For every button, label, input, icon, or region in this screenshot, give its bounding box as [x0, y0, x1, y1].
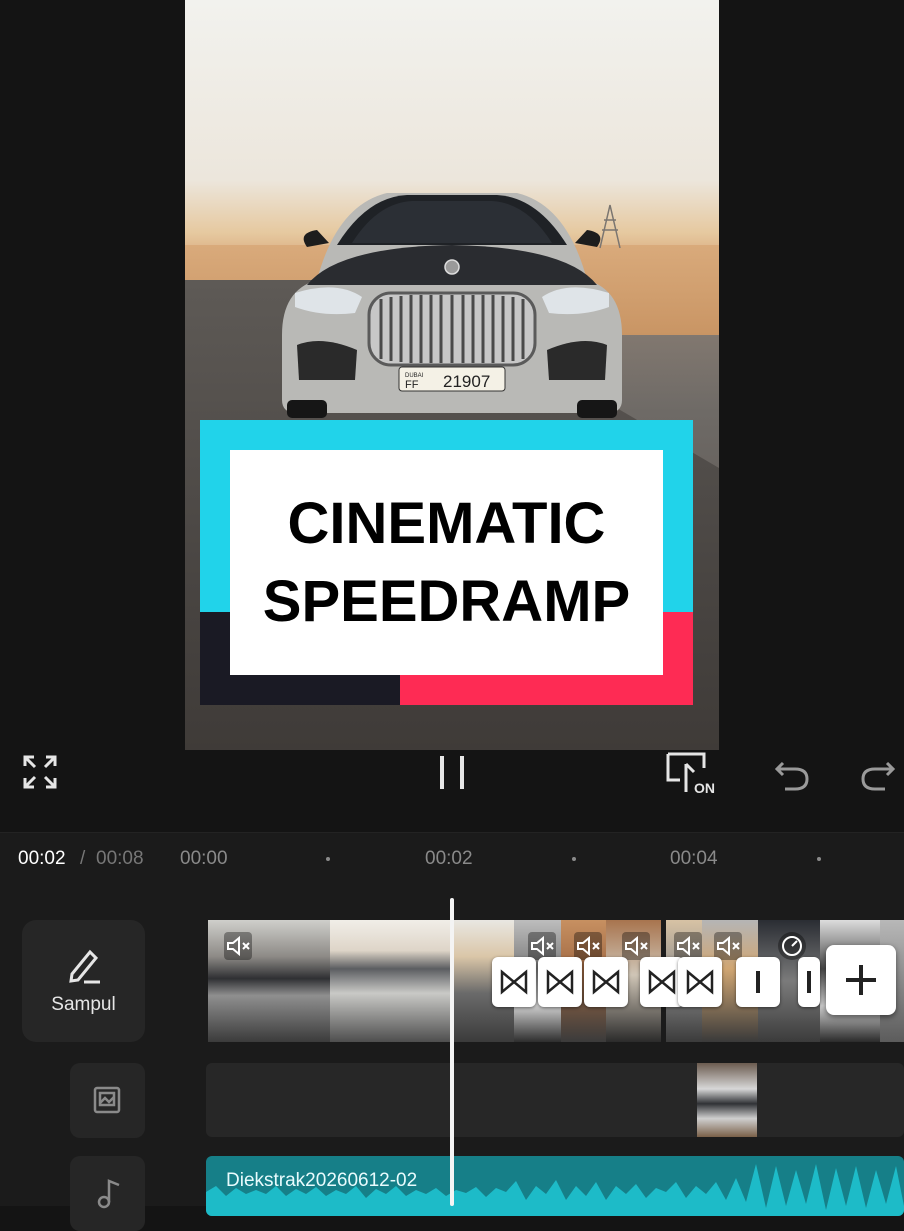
title-line-1: CINEMATIC	[287, 490, 606, 556]
mute-icon	[528, 932, 556, 960]
overlay-track[interactable]	[206, 1063, 904, 1137]
ruler-label-1: 00:02	[425, 848, 473, 869]
car-image: DUBAI FF 21907	[282, 193, 622, 418]
transition-icon	[592, 969, 620, 995]
mute-icon	[714, 932, 742, 960]
time-separator: /	[80, 848, 86, 869]
clip-thumbnail[interactable]	[330, 920, 452, 1042]
redo-icon[interactable]	[856, 750, 900, 794]
transition-button[interactable]	[678, 957, 722, 1007]
playhead[interactable]	[450, 898, 454, 1206]
mute-icon	[574, 932, 602, 960]
mute-icon	[674, 932, 702, 960]
transition-icon	[686, 969, 714, 995]
keyframe-toggle[interactable]: ON	[664, 750, 724, 800]
mute-icon	[224, 932, 252, 960]
speed-icon	[778, 932, 806, 960]
mute-icon	[622, 932, 650, 960]
title-line-2: SPEEDRAMP	[262, 568, 631, 634]
add-clip-button[interactable]	[826, 945, 896, 1015]
transition-icon	[500, 969, 528, 995]
pencil-icon	[69, 949, 100, 984]
ruler-tick	[817, 857, 821, 861]
ruler-label-2: 00:04	[670, 848, 718, 869]
title-card[interactable]: CINEMATIC SPEEDRAMP	[200, 420, 693, 705]
ruler-tick	[326, 857, 330, 861]
audio-track[interactable]: Diekstrak20260612-02	[206, 1156, 904, 1216]
transition-button[interactable]	[492, 957, 536, 1007]
pause-icon[interactable]	[430, 750, 474, 794]
plate-number-text: 21907	[443, 372, 490, 391]
overlay-icon	[93, 1086, 121, 1114]
title-card-text-box: CINEMATIC SPEEDRAMP	[230, 450, 663, 675]
fullscreen-icon[interactable]	[18, 750, 62, 794]
playback-controls: ON	[0, 750, 904, 832]
undo-icon[interactable]	[770, 750, 814, 794]
audio-track-button[interactable]	[70, 1156, 145, 1231]
keyframe-on-label: ON	[694, 780, 715, 796]
plate-letters-text: FF	[405, 379, 419, 391]
cut-icon	[807, 971, 811, 993]
transition-icon	[546, 969, 574, 995]
ruler-tick	[572, 857, 576, 861]
current-time: 00:02	[18, 848, 66, 869]
cut-icon	[756, 971, 760, 993]
cover-button[interactable]: Sampul	[22, 920, 145, 1042]
power-pylon-image	[599, 204, 621, 249]
music-note-icon	[97, 1179, 120, 1209]
overlay-clip[interactable]	[697, 1063, 757, 1137]
ruler-label-0: 00:00	[180, 848, 228, 869]
overlay-track-button[interactable]	[70, 1063, 145, 1138]
total-duration: 00:08	[96, 848, 144, 869]
cover-label: Sampul	[51, 994, 116, 1015]
audio-clip-name: Diekstrak20260612-02	[226, 1170, 418, 1191]
transition-cut-button[interactable]	[798, 957, 820, 1007]
transition-button[interactable]	[538, 957, 582, 1007]
plus-icon	[846, 965, 876, 995]
preview-area: DUBAI FF 21907 CINEMATIC SPEEDRAMP	[0, 0, 904, 750]
transition-button[interactable]	[584, 957, 628, 1007]
transition-cut-button[interactable]	[736, 957, 780, 1007]
